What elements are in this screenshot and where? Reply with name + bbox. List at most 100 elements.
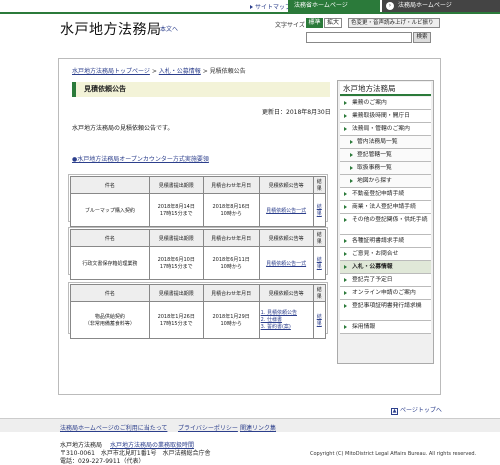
notice-link[interactable]: 見積依頼公告一式: [266, 261, 306, 267]
skip-link-label: 本文へ: [160, 26, 179, 33]
arrow-icon: [344, 325, 347, 329]
sidebar-item[interactable]: ご意見・お問合せ: [340, 248, 431, 261]
sidebar-item-label: 登記管轄一覧: [357, 152, 392, 158]
quote-table-1: 件名 見積書提出期限 見積合わせ年月日 見積依頼公告等 結果 ブルーマップ購入契約 201…: [70, 176, 327, 227]
arrow-icon: [344, 114, 347, 118]
col-header: 件名: [70, 176, 150, 194]
page-title: 見積依頼公告: [72, 82, 330, 97]
arrow-icon: [344, 127, 347, 131]
arrow-icon: [350, 153, 353, 157]
sidebar-item[interactable]: 取扱事務一覧: [340, 162, 431, 175]
cell-date: 2018年6月11日 10時から: [202, 246, 260, 280]
col-header: 見積書提出期限: [148, 229, 204, 247]
footer-link-related[interactable]: 関連リンク集: [240, 423, 276, 432]
cell-deadline: 2018年6月10日 17時15分まで: [148, 246, 204, 280]
sidebar-item[interactable]: 登記管轄一覧: [340, 149, 431, 162]
col-header: 見積書提出期限: [148, 284, 204, 302]
cell-result: 結果: [312, 246, 327, 280]
col-header: 結果: [312, 176, 327, 194]
notice-link[interactable]: 見積依頼公告一式: [266, 208, 306, 214]
sidebar-item[interactable]: 商業・法人登記申請手続: [340, 201, 431, 214]
cell-name: 行政文書保存箱処理業務: [70, 246, 150, 280]
sidebar-item[interactable]: 採用情報: [340, 321, 431, 334]
open-counter-link[interactable]: ●水戸地方法務局オープンカウンター方式実施要領: [72, 154, 209, 163]
font-size-label: 文字サイズ: [275, 22, 305, 29]
cell-name: ブルーマップ購入契約: [70, 193, 150, 227]
arrow-icon: [350, 140, 353, 144]
breadcrumb-home[interactable]: 水戸地方法務局トップページ: [72, 68, 150, 75]
quote-table-3: 件名 見積書提出期限 見積合わせ年月日 見積依頼公告等 結果 物品供給契約 （非常用備蓄…: [70, 284, 327, 339]
spec-link[interactable]: 2. 仕様書: [261, 317, 282, 323]
sidebar-item[interactable]: オンライン申請のご案内: [340, 287, 431, 300]
cell-notice: 見積依頼公告一式: [258, 246, 314, 280]
page-top-label: ページトップへ: [400, 407, 442, 414]
search-input[interactable]: [306, 32, 412, 43]
sidebar-item[interactable]: その他の登記関係・供託手続: [340, 214, 431, 235]
breadcrumb-separator: >: [151, 68, 157, 75]
breadcrumb-category[interactable]: 入札・公募情報: [159, 68, 201, 75]
sidebar-item[interactable]: 業務のご案内: [340, 97, 431, 110]
arrow-up-icon: ▲: [391, 408, 398, 415]
page-top-link[interactable]: ▲ ページトップへ: [391, 405, 442, 415]
skip-to-content-link[interactable]: 本文へ: [160, 24, 178, 33]
table-header-row: 件名 見積書提出期限 見積合わせ年月日 見積依頼公告等 結果: [70, 176, 327, 194]
houmukyoku-homepage-label: 法務局ホームページ: [398, 2, 452, 9]
cell-date: 2018年8月16日 10時から: [202, 193, 260, 227]
pledge-link[interactable]: 3. 誓約書(案): [261, 324, 291, 330]
col-header: 見積合わせ年月日: [202, 284, 260, 302]
footer-link-privacy[interactable]: プライバシーポリシー: [178, 423, 238, 432]
notice-link[interactable]: 1. 見積依頼公告: [261, 310, 297, 316]
table-row: 物品供給契約 （非常用備蓄食料等） 2018年1月26日 17時15分まで 2018…: [70, 301, 327, 339]
updated-date: 更新日：2018年8月30日: [262, 109, 331, 116]
result-link[interactable]: 結果: [317, 204, 322, 217]
intro-text: 水戸地方法務局の見積依頼公告です。: [72, 125, 174, 132]
sidebar-item-label: 地図から探す: [357, 178, 392, 184]
arrow-icon: [250, 5, 253, 9]
arrow-icon: [344, 101, 347, 105]
table-header-row: 件名 見積書提出期限 見積合わせ年月日 見積依頼公告等 結果: [70, 284, 327, 302]
arrow-icon: [344, 278, 347, 282]
sidebar-item-label: 商業・法人登記申請手続: [352, 204, 416, 210]
table-header-row: 件名 見積書提出期限 見積合わせ年月日 見積依頼公告等 結果: [70, 229, 327, 247]
sidebar-item-label: 業務取扱時間・開庁日: [352, 113, 410, 119]
accessibility-button[interactable]: 色変更・音声読み上げ・ルビ振り: [348, 18, 440, 28]
col-header: 見積依頼公告等: [258, 284, 314, 302]
arrow-icon: [344, 265, 347, 269]
footer-link-usage[interactable]: 法務局ホームページのご利用に当たって: [60, 423, 167, 432]
breadcrumb-current: 見積依頼公告: [209, 68, 246, 75]
sidebar-item-label: 登記完了予定日: [352, 277, 393, 283]
col-header: 見積合わせ年月日: [202, 176, 260, 194]
sidebar-item-label: オンライン申請のご案内: [352, 290, 416, 296]
sidebar-item-label: 採用情報: [352, 324, 376, 330]
sitemap-link[interactable]: サイトマップ: [250, 2, 291, 11]
sidebar-menu: 業務のご案内業務取扱時間・開庁日法務局・管轄のご案内 管内法務局一覧登記管轄一覧取…: [340, 97, 431, 334]
sidebar-item[interactable]: 登記完了予定日: [340, 274, 431, 287]
font-large-button[interactable]: 拡大: [324, 18, 342, 28]
sidebar-item[interactable]: 不動産登記申請手続: [340, 188, 431, 201]
moj-homepage-tab[interactable]: 法務省ホームページ: [288, 0, 380, 12]
result-link[interactable]: 結果: [317, 314, 322, 327]
houmukyoku-homepage-tab[interactable]: › 法務局ホームページ: [382, 0, 500, 12]
footer-nav: 法務局ホームページのご利用に当たって プライバシーポリシー 関連リンク集: [0, 418, 500, 432]
quote-table-2: 件名 見積書提出期限 見積合わせ年月日 見積依頼公告等 結果 行政文書保存箱処理業務 20…: [70, 229, 327, 280]
site-logo[interactable]: 水戸地方法務局: [60, 19, 162, 39]
sidebar-item[interactable]: 登記事項証明書発行請求機: [340, 300, 431, 321]
sidebar-item[interactable]: 地図から探す: [340, 175, 431, 188]
cell-date: 2018年1月29日 10時から: [202, 301, 260, 339]
sidebar-item[interactable]: 各種証明書請求手続: [340, 235, 431, 248]
search-button[interactable]: 検索: [413, 32, 431, 43]
table-row: 行政文書保存箱処理業務 2018年6月10日 17時15分まで 2018年6月11日…: [70, 246, 327, 280]
sidebar-item[interactable]: 入札・公募情報: [340, 261, 431, 274]
sidebar-item[interactable]: 業務取扱時間・開庁日: [340, 110, 431, 123]
sidebar-item-label: 入札・公募情報: [352, 264, 393, 270]
sidebar-item-label: 不動産登記申請手続: [352, 191, 405, 197]
font-standard-button[interactable]: 標準: [306, 18, 323, 28]
footer-phone: 電話：029-227-9911（代表）: [60, 458, 145, 465]
col-header: 件名: [70, 284, 150, 302]
arrow-icon: [350, 179, 353, 183]
sitemap-label: サイトマップ: [255, 4, 292, 11]
sidebar-item[interactable]: 管内法務局一覧: [340, 136, 431, 149]
result-link[interactable]: 結果: [317, 257, 322, 270]
sidebar-item-label: 登記事項証明書発行請求機: [352, 303, 422, 309]
sidebar-item[interactable]: 法務局・管轄のご案内: [340, 123, 431, 136]
